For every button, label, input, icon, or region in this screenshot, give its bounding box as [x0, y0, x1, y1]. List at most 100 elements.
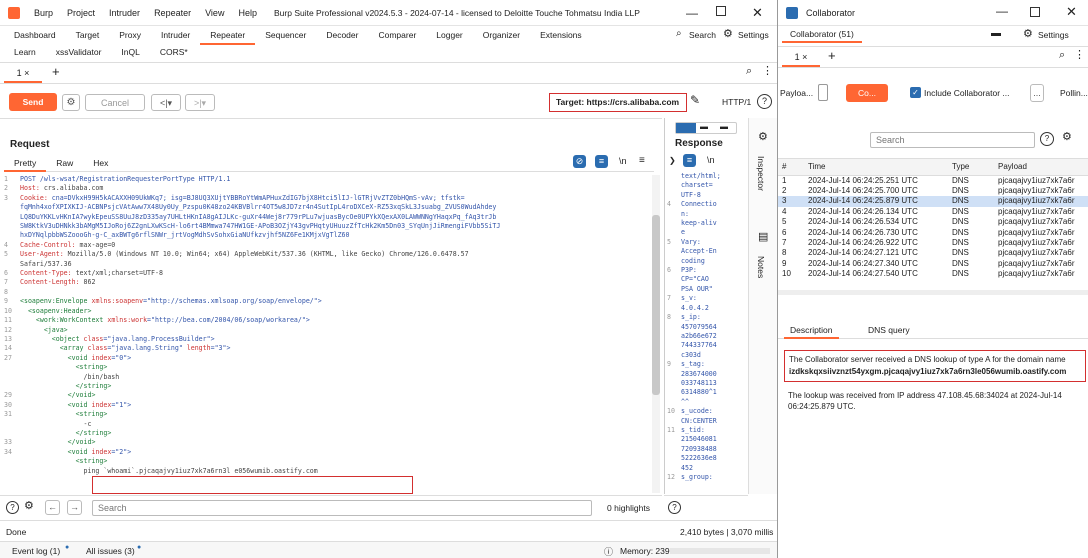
- search-settings-gear-icon[interactable]: ⚙: [24, 499, 34, 512]
- collab-layout-icon[interactable]: ▬: [991, 28, 1001, 39]
- tab-proxy[interactable]: Proxy: [109, 27, 151, 43]
- notes-icon[interactable]: ▤: [758, 230, 768, 243]
- table-row[interactable]: 6 2024-Jul-14 06:24:26.730 UTC DNS pjcaqajv…: [778, 228, 1088, 238]
- tab-sequencer[interactable]: Sequencer: [255, 27, 316, 43]
- layout-switch[interactable]: ▬ ▬: [675, 122, 737, 134]
- table-row[interactable]: 3 2024-Jul-14 06:24:25.879 UTC DNS pjcaqajv…: [778, 196, 1088, 207]
- forward-history-button[interactable]: >|▾: [185, 94, 215, 111]
- collab-help-icon[interactable]: ?: [1040, 132, 1054, 146]
- collapse-icon[interactable]: ❯: [669, 156, 676, 165]
- menu-item-repeater[interactable]: Repeater: [154, 8, 191, 18]
- back-history-button[interactable]: <|▾: [151, 94, 181, 111]
- collab-close-icon[interactable]: ✕: [1066, 4, 1077, 20]
- table-row[interactable]: 1 2024-Jul-14 06:24:25.251 UTC DNS pjcaqajv…: [778, 175, 1088, 186]
- search-icon[interactable]: ⌕: [676, 28, 682, 39]
- copy-to-clipboard-button[interactable]: Co...: [846, 84, 888, 102]
- table-row[interactable]: 2 2024-Jul-14 06:24:25.700 UTC DNS pjcaqajv…: [778, 186, 1088, 196]
- collab-maximize-icon[interactable]: [1030, 7, 1040, 17]
- menu-item-help[interactable]: Help: [238, 8, 257, 18]
- tab-inql[interactable]: InQL: [111, 44, 149, 60]
- collab-minimize-icon[interactable]: —: [996, 4, 1008, 18]
- collab-gear-icon[interactable]: ⚙: [1023, 27, 1033, 40]
- table-scrollbar[interactable]: [778, 290, 1088, 295]
- add-tab-icon[interactable]: +: [52, 64, 60, 79]
- collaborator-tab[interactable]: Collaborator (51): [782, 27, 862, 43]
- close-icon[interactable]: ✕: [752, 0, 763, 26]
- request-editor[interactable]: 1 POST /wls-wsat/RegistrationRequesterPor…: [4, 175, 652, 493]
- col-header-time[interactable]: Time: [804, 159, 948, 175]
- help-icon[interactable]: ?: [757, 94, 772, 109]
- tab-description[interactable]: Description: [784, 323, 839, 339]
- tab-learn[interactable]: Learn: [4, 44, 46, 60]
- menu-item-view[interactable]: View: [205, 8, 224, 18]
- col-header-type[interactable]: Type: [948, 159, 994, 175]
- layout-tabs-icon[interactable]: ▬: [720, 122, 728, 131]
- minimize-icon[interactable]: —: [686, 0, 698, 26]
- all-issues-link[interactable]: All issues (3): [86, 546, 135, 556]
- tab-dns-query[interactable]: DNS query: [862, 323, 916, 337]
- request-tab-pretty[interactable]: Pretty: [4, 156, 47, 172]
- include-label[interactable]: Include Collaborator ...: [924, 88, 1010, 98]
- notes-label[interactable]: Notes: [756, 256, 766, 278]
- search-label[interactable]: Search: [689, 30, 716, 40]
- prev-match-icon[interactable]: ←: [45, 500, 60, 515]
- tab-dashboard[interactable]: Dashboard: [4, 27, 66, 43]
- inspector-label[interactable]: Inspector: [756, 156, 766, 191]
- edit-target-icon[interactable]: ✎: [690, 93, 700, 107]
- collab-subtab-1[interactable]: 1 ×: [782, 49, 820, 67]
- gear-icon[interactable]: ⚙: [723, 27, 733, 40]
- tab-repeater[interactable]: Repeater: [200, 27, 256, 45]
- include-checkbox[interactable]: ✓: [910, 87, 921, 98]
- tab-comparer[interactable]: Comparer: [368, 27, 426, 43]
- more-button[interactable]: ...: [1030, 84, 1044, 102]
- tab-decoder[interactable]: Decoder: [316, 27, 368, 43]
- collab-search-input[interactable]: Search: [870, 132, 1035, 148]
- table-row[interactable]: 9 2024-Jul-14 06:24:27.340 UTC DNS pjcaqajv…: [778, 259, 1088, 269]
- request-menu-icon[interactable]: ≡: [639, 155, 645, 166]
- payload-field[interactable]: [818, 84, 828, 101]
- table-row[interactable]: 5 2024-Jul-14 06:24:26.534 UTC DNS pjcaqajv…: [778, 217, 1088, 227]
- table-row[interactable]: 8 2024-Jul-14 06:24:27.121 UTC DNS pjcaqajv…: [778, 248, 1088, 258]
- tab-organizer[interactable]: Organizer: [473, 27, 530, 43]
- layout-split-icon[interactable]: [676, 123, 696, 133]
- tab-extensions[interactable]: Extensions: [530, 27, 592, 43]
- request-scrollbar[interactable]: [652, 175, 660, 493]
- table-row[interactable]: 7 2024-Jul-14 06:24:26.922 UTC DNS pjcaqajv…: [778, 238, 1088, 248]
- menu-item-project[interactable]: Project: [67, 8, 95, 18]
- send-button[interactable]: Send: [9, 93, 57, 111]
- col-header-number[interactable]: #: [778, 159, 804, 175]
- collab-close-tab-icon[interactable]: ×: [802, 52, 807, 62]
- event-log-link[interactable]: Event log (1): [12, 546, 60, 556]
- request-tab-raw[interactable]: Raw: [46, 156, 83, 170]
- menu-item-intruder[interactable]: Intruder: [109, 8, 140, 18]
- table-row[interactable]: 10 2024-Jul-14 06:24:27.540 UTC DNS pjcaqaj…: [778, 269, 1088, 279]
- pretty-print-icon[interactable]: ≡: [595, 155, 608, 168]
- menu-item-burp[interactable]: Burp: [34, 8, 53, 18]
- tab-intruder[interactable]: Intruder: [151, 27, 200, 43]
- poll-label[interactable]: Pollin...: [1060, 88, 1088, 98]
- collab-search-gear-icon[interactable]: ⚙: [1062, 130, 1072, 143]
- maximize-icon[interactable]: [716, 6, 726, 16]
- search-tabs-icon[interactable]: ⌕: [746, 65, 752, 78]
- response-pretty-icon[interactable]: ≡: [683, 154, 696, 167]
- response-help-icon[interactable]: ?: [668, 501, 681, 514]
- response-editor[interactable]: text/html; charset= UTF-8 4 Connectio n: keep-…: [667, 172, 747, 492]
- tab-logger[interactable]: Logger: [426, 27, 472, 43]
- tab-cors[interactable]: CORS*: [150, 44, 198, 60]
- http-version[interactable]: HTTP/1: [722, 97, 751, 107]
- settings-label[interactable]: Settings: [738, 30, 769, 40]
- hide-icon[interactable]: ⊘: [573, 155, 586, 168]
- collab-tab-menu-icon[interactable]: ⋮: [1074, 48, 1085, 61]
- next-match-icon[interactable]: →: [67, 500, 82, 515]
- tab-xssvalidator[interactable]: xssValidator: [46, 44, 112, 60]
- collab-settings-label[interactable]: Settings: [1038, 30, 1069, 40]
- newline-icon[interactable]: \n: [619, 156, 627, 166]
- cancel-button[interactable]: Cancel: [85, 94, 145, 111]
- repeater-tab-1[interactable]: 1 ×: [4, 65, 42, 83]
- col-header-payload[interactable]: Payload: [994, 159, 1088, 175]
- tab-menu-icon[interactable]: ⋮: [762, 64, 773, 77]
- inspector-icon[interactable]: ⚙: [758, 130, 768, 143]
- request-search-input[interactable]: Search: [92, 500, 592, 516]
- response-newline-icon[interactable]: \n: [707, 155, 715, 165]
- table-row[interactable]: 4 2024-Jul-14 06:24:26.134 UTC DNS pjcaqajv…: [778, 207, 1088, 217]
